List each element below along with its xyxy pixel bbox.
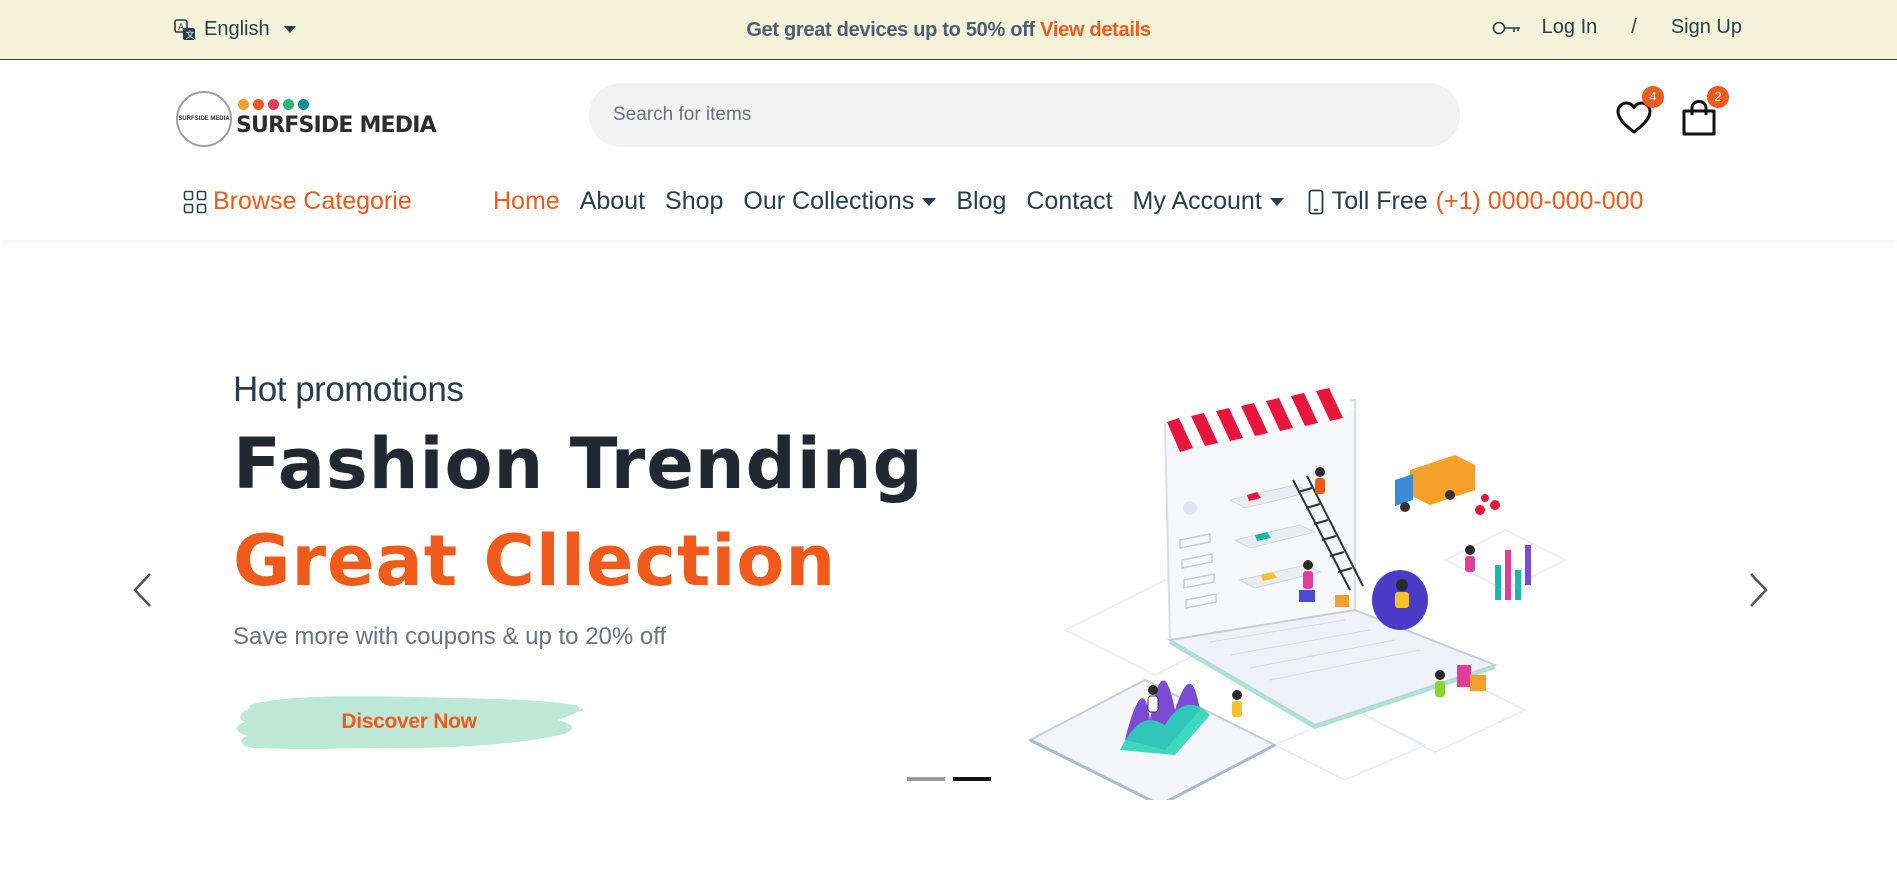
chevron-down-icon bbox=[922, 197, 937, 206]
ecommerce-store-illustration bbox=[1027, 385, 1567, 800]
auth-links: Log In / Sign Up bbox=[1492, 16, 1742, 39]
nav-item-contact[interactable]: Contact bbox=[1026, 187, 1112, 216]
logo-dot bbox=[253, 99, 264, 110]
cart-count-badge: 2 bbox=[1707, 86, 1729, 108]
promo-text: Get great devices up to 50% off bbox=[746, 19, 1035, 41]
nav-item-label: Home bbox=[493, 187, 560, 215]
hero-subtitle: Save more with coupons & up to 20% off bbox=[233, 623, 667, 650]
logo-dot bbox=[268, 99, 279, 110]
nav-item-label: Shop bbox=[665, 187, 724, 215]
logo-dot bbox=[238, 99, 249, 110]
logo-dot bbox=[298, 99, 309, 110]
search-input[interactable] bbox=[589, 83, 1460, 147]
chevron-right-icon[interactable] bbox=[1745, 570, 1771, 610]
main-nav: Browse Categorie Home About Shop Our Col… bbox=[0, 179, 1897, 225]
chevron-down-icon bbox=[1269, 197, 1284, 206]
nav-item-label: Our Collections bbox=[743, 187, 915, 215]
chevron-left-icon[interactable] bbox=[130, 570, 156, 610]
nav-item-our-collections[interactable]: Our Collections bbox=[743, 187, 937, 216]
nav-item-my-account[interactable]: My Account bbox=[1133, 187, 1284, 216]
logo-dot bbox=[283, 99, 294, 110]
browse-categories-button[interactable]: Browse Categorie bbox=[183, 187, 412, 216]
toll-free-phone[interactable]: Toll Free (+1) 0000-000-000 bbox=[1308, 187, 1644, 216]
slide-dot-active[interactable] bbox=[953, 777, 991, 781]
key-icon bbox=[1492, 21, 1520, 34]
phone-number: (+1) 0000-000-000 bbox=[1435, 187, 1644, 215]
svg-text:文: 文 bbox=[186, 29, 195, 41]
logo-dots bbox=[238, 99, 309, 110]
discover-now-label: Discover Now bbox=[341, 710, 477, 733]
browse-categories-label: Browse Categorie bbox=[213, 187, 412, 215]
language-selector[interactable]: A 文 English bbox=[174, 18, 296, 41]
hero-title-accent: Great Cllection bbox=[233, 520, 837, 602]
hero-title: Fashion Trending bbox=[233, 423, 924, 505]
nav-item-home[interactable]: Home bbox=[493, 187, 560, 216]
nav-item-label: My Account bbox=[1132, 187, 1262, 215]
logo-text: SURFSIDE MEDIA bbox=[236, 113, 437, 138]
signup-link[interactable]: Sign Up bbox=[1671, 16, 1742, 39]
discover-now-button[interactable]: Discover Now bbox=[233, 690, 585, 756]
nav-item-blog[interactable]: Blog bbox=[956, 187, 1006, 216]
hero-eyebrow: Hot promotions bbox=[233, 370, 464, 409]
slider-pagination bbox=[907, 777, 991, 781]
site-header: SURFSIDE MEDIA SURFSIDE MEDIA 4 2 bbox=[0, 61, 1897, 240]
top-bar: A 文 English Get great devices up to 50% … bbox=[0, 0, 1897, 60]
translate-icon: A 文 bbox=[174, 18, 195, 41]
nav-item-label: About bbox=[579, 187, 646, 215]
hero-slider: Hot promotions Fashion Trending Great Cl… bbox=[0, 240, 1897, 892]
chevron-down-icon bbox=[283, 26, 296, 33]
auth-separator: / bbox=[1631, 16, 1637, 38]
logo-emblem: SURFSIDE MEDIA bbox=[176, 91, 232, 147]
nav-item-label: Contact bbox=[1026, 187, 1113, 215]
mobile-phone-icon bbox=[1308, 189, 1324, 214]
slide-dot[interactable] bbox=[907, 777, 945, 781]
view-details-link[interactable]: View details bbox=[1040, 19, 1151, 41]
nav-item-about[interactable]: About bbox=[580, 187, 645, 216]
toll-free-label: Toll Free bbox=[1331, 187, 1428, 215]
nav-menu: Home About Shop Our Collections Blog Con… bbox=[493, 187, 1643, 216]
nav-item-label: Blog bbox=[956, 187, 1007, 215]
wishlist-button[interactable]: 4 bbox=[1614, 86, 1664, 138]
grid-icon bbox=[183, 190, 207, 213]
login-link[interactable]: Log In bbox=[1542, 16, 1598, 39]
wishlist-count-badge: 4 bbox=[1642, 86, 1664, 108]
logo[interactable]: SURFSIDE MEDIA SURFSIDE MEDIA bbox=[176, 89, 437, 149]
cart-button[interactable]: 2 bbox=[1679, 86, 1729, 138]
nav-item-shop[interactable]: Shop bbox=[665, 187, 723, 216]
language-label: English bbox=[204, 18, 270, 40]
